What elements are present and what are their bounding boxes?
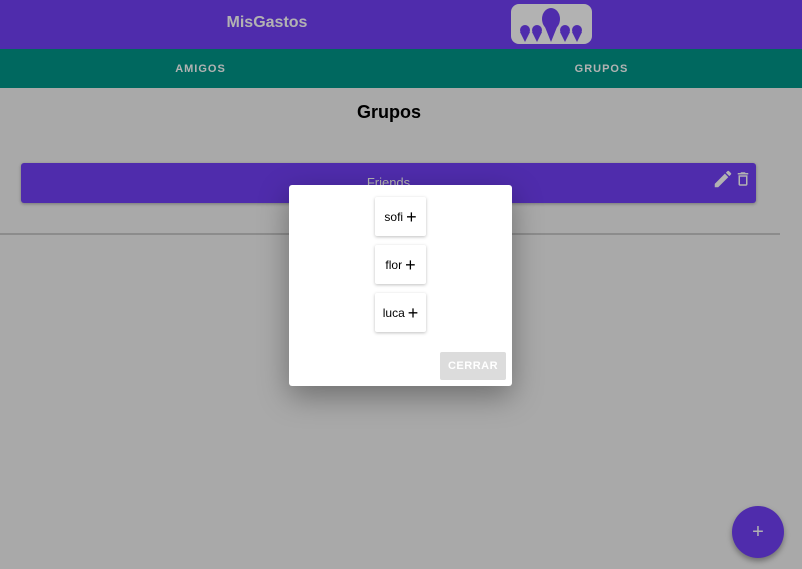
- member-chip-sofi[interactable]: sofi +: [375, 197, 426, 236]
- add-members-dialog: sofi + flor + luca + CERRAR: [289, 185, 512, 386]
- member-chip-luca[interactable]: luca +: [375, 293, 426, 332]
- plus-icon[interactable]: +: [405, 256, 416, 274]
- member-chip-flor[interactable]: flor +: [375, 245, 426, 284]
- member-name: luca: [382, 305, 405, 320]
- member-name: flor: [385, 257, 403, 272]
- plus-icon[interactable]: +: [406, 208, 417, 226]
- member-name: sofi: [384, 209, 404, 224]
- plus-icon[interactable]: +: [408, 304, 419, 322]
- close-button[interactable]: CERRAR: [440, 352, 506, 380]
